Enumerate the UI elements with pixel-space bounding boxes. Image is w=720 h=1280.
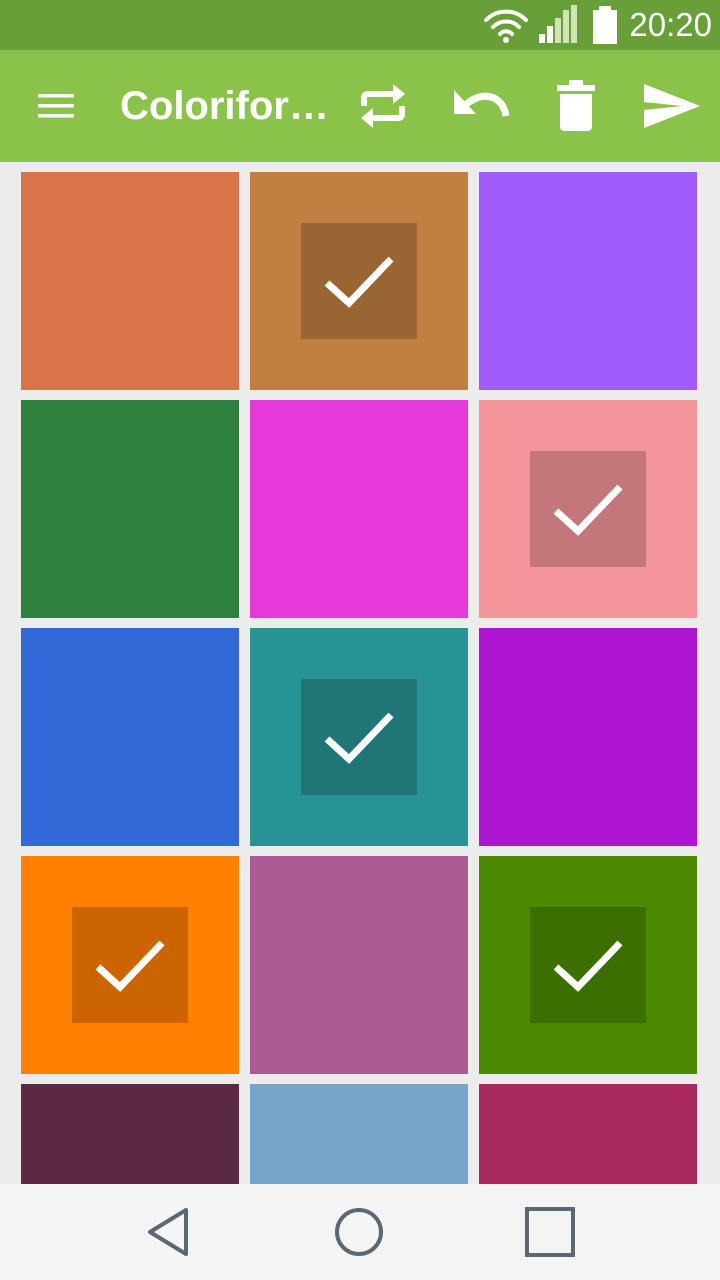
- color-swatch[interactable]: [21, 172, 239, 390]
- color-grid: [0, 162, 720, 1184]
- check-icon: [324, 712, 394, 764]
- signal-icon: [539, 5, 577, 43]
- color-swatch[interactable]: [250, 400, 468, 618]
- home-icon: [335, 1208, 383, 1256]
- color-swatch[interactable]: [250, 1084, 468, 1184]
- selected-check-box: [301, 223, 417, 339]
- navigation-bar: [0, 1184, 720, 1280]
- status-bar: 20:20: [0, 0, 720, 50]
- color-swatch[interactable]: [479, 1084, 697, 1184]
- undo-button[interactable]: [446, 72, 514, 140]
- battery-icon: [593, 6, 617, 44]
- selected-check-box: [530, 451, 646, 567]
- color-swatch[interactable]: [479, 856, 697, 1074]
- send-icon: [644, 84, 700, 128]
- selected-check-box: [72, 907, 188, 1023]
- check-icon: [324, 256, 394, 308]
- swap-button[interactable]: [349, 72, 417, 140]
- color-swatch[interactable]: [21, 628, 239, 846]
- recents-icon: [525, 1207, 575, 1257]
- color-swatch[interactable]: [479, 172, 697, 390]
- wifi-icon: [484, 9, 528, 43]
- clock: 20:20: [629, 6, 712, 43]
- color-swatch[interactable]: [250, 172, 468, 390]
- undo-icon: [454, 90, 510, 117]
- check-icon: [95, 940, 165, 992]
- delete-icon: [557, 80, 595, 131]
- color-swatch[interactable]: [250, 856, 468, 1074]
- delete-button[interactable]: [542, 72, 610, 140]
- app-bar: Coloriform…: [0, 50, 720, 162]
- send-button[interactable]: [638, 72, 706, 140]
- menu-button[interactable]: [22, 72, 90, 140]
- color-swatch[interactable]: [21, 1084, 239, 1184]
- color-swatch[interactable]: [479, 628, 697, 846]
- swap-icon: [361, 84, 405, 128]
- selected-check-box: [301, 679, 417, 795]
- selected-check-box: [530, 907, 646, 1023]
- color-swatch[interactable]: [21, 400, 239, 618]
- check-icon: [553, 484, 623, 536]
- recents-button[interactable]: [516, 1198, 584, 1266]
- menu-icon: [38, 94, 74, 118]
- color-swatch[interactable]: [479, 400, 697, 618]
- color-swatch[interactable]: [250, 628, 468, 846]
- back-icon: [148, 1208, 188, 1256]
- color-swatch[interactable]: [21, 856, 239, 1074]
- home-button[interactable]: [325, 1198, 393, 1266]
- back-button[interactable]: [135, 1198, 203, 1266]
- app-title: Coloriform…: [120, 84, 330, 128]
- check-icon: [553, 940, 623, 992]
